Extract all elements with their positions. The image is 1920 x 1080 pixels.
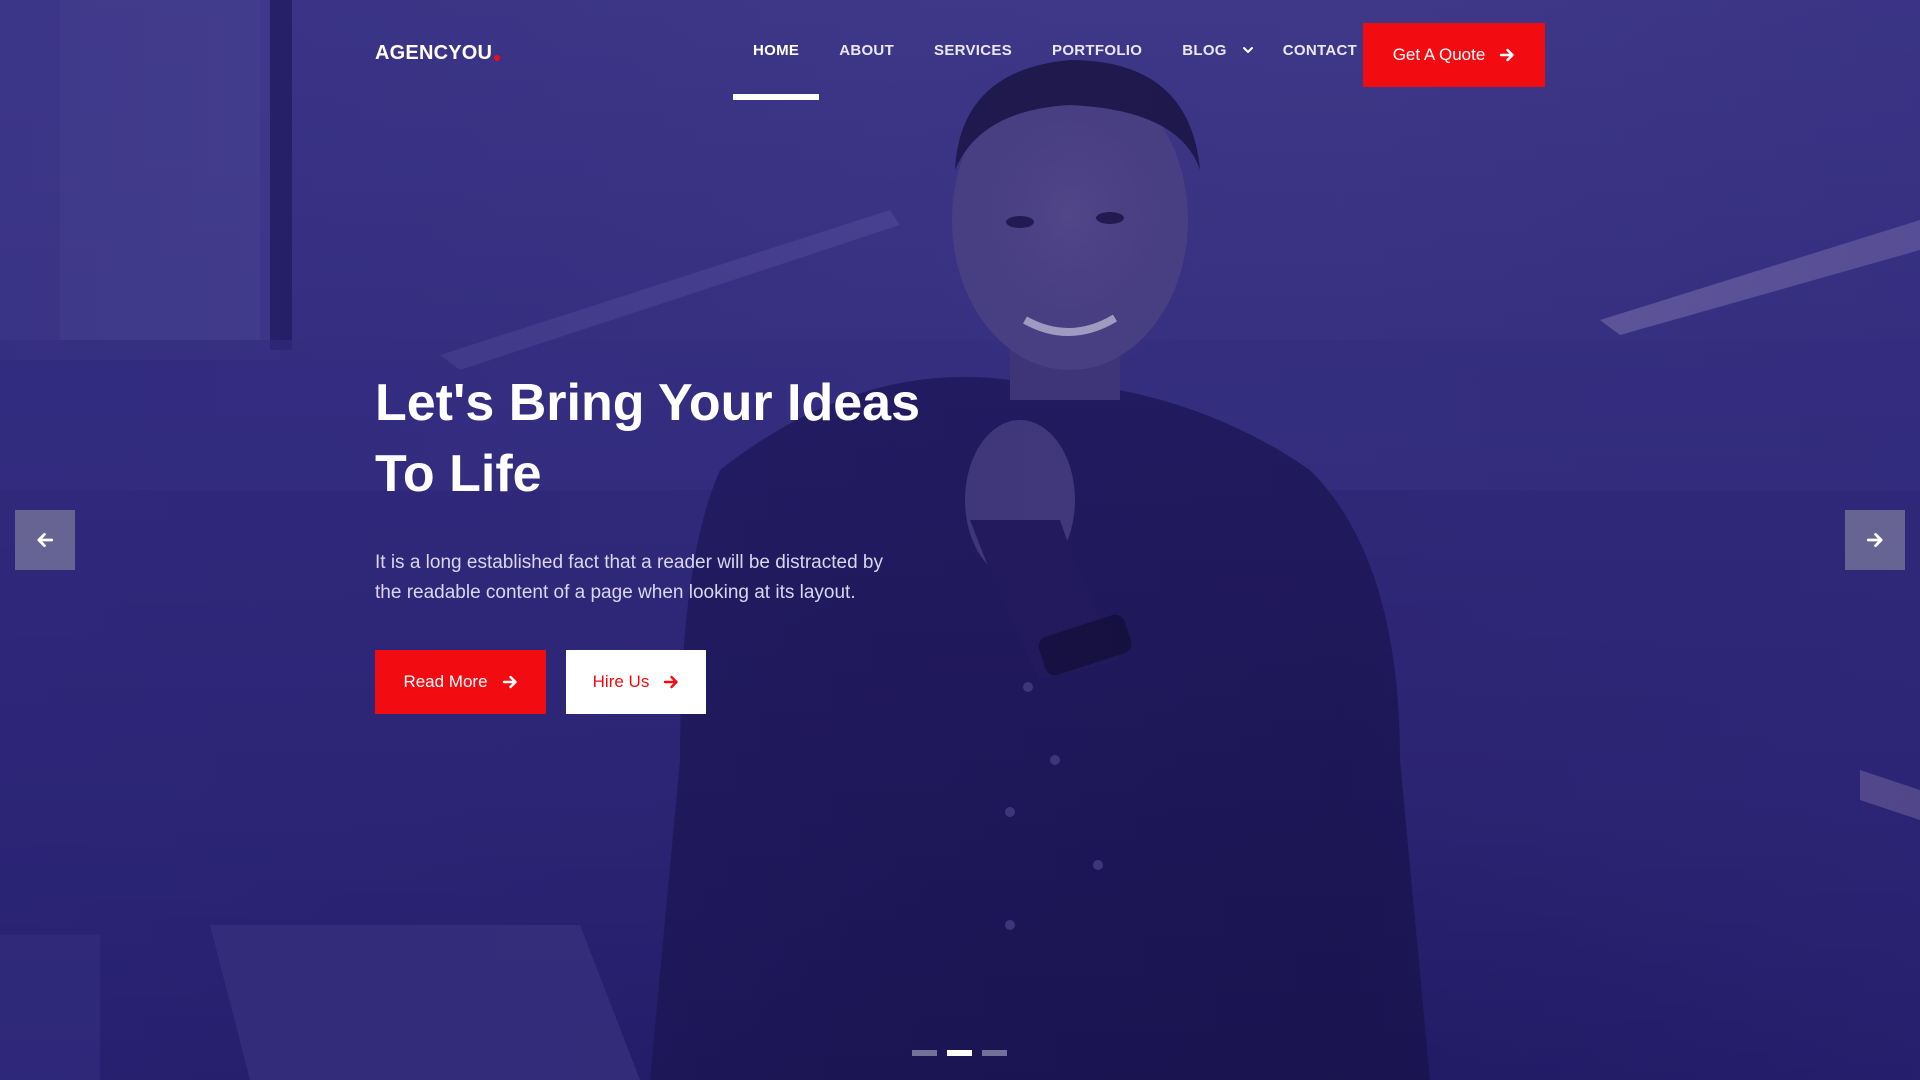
slider-dots (912, 1050, 1007, 1056)
slider-next-button[interactable] (1845, 510, 1905, 570)
nav-item-label: BLOG (1182, 41, 1227, 59)
slider-dot-3[interactable] (982, 1050, 1007, 1056)
hero-description: It is a long established fact that a rea… (375, 548, 945, 608)
brand-name: AGENCYOU (375, 42, 493, 64)
nav-item-label: ABOUT (839, 41, 895, 59)
slider-dot-1[interactable] (912, 1050, 937, 1056)
brand-dot (494, 55, 501, 61)
read-more-button[interactable]: Read More (375, 650, 546, 714)
hero-headline-line2: To Life (375, 445, 542, 503)
hero-headline-line1: Let's Bring Your Ideas (375, 374, 921, 432)
nav-item-about[interactable]: ABOUT (819, 0, 914, 100)
slider-prev-button[interactable] (15, 510, 75, 570)
nav-item-label: PORTFOLIO (1052, 41, 1143, 59)
hero-content: Let's Bring Your Ideas To Life It is a l… (375, 368, 995, 714)
arrow-right-icon (1499, 47, 1515, 63)
nav-item-services[interactable]: SERVICES (914, 0, 1032, 100)
hire-us-button[interactable]: Hire Us (566, 650, 706, 714)
read-more-label: Read More (403, 672, 488, 691)
chevron-down-icon[interactable] (1241, 43, 1255, 57)
nav-item-label: SERVICES (934, 41, 1013, 59)
arrow-right-icon (663, 674, 679, 690)
nav-item-label: CONTACT (1282, 41, 1358, 59)
hire-us-label: Hire Us (592, 672, 650, 691)
nav-item-label: HOME (753, 41, 800, 59)
hero-buttons: Read More Hire Us (375, 650, 995, 714)
get-a-quote-button[interactable]: Get A Quote (1363, 23, 1545, 87)
nav-item-home[interactable]: HOME (733, 0, 820, 100)
main-nav: HOME ABOUT SERVICES PORTFOLIO BLOG CONTA… (733, 0, 1377, 100)
hero-slider: AGENCYOU HOME ABOUT SERVICES PORTFOLIO B… (0, 0, 1920, 1080)
site-header: AGENCYOU HOME ABOUT SERVICES PORTFOLIO B… (0, 0, 1920, 100)
nav-item-blog[interactable]: BLOG (1162, 0, 1263, 100)
hero-description-line2: the readable content of a page when look… (375, 582, 856, 603)
arrow-right-icon (1866, 531, 1884, 549)
arrow-right-icon (502, 674, 518, 690)
active-indicator (733, 94, 820, 100)
get-a-quote-label: Get A Quote (1392, 45, 1486, 64)
brand-logo[interactable]: AGENCYOU (375, 42, 501, 65)
slider-dot-2[interactable] (947, 1050, 972, 1056)
arrow-left-icon (36, 531, 54, 549)
nav-item-portfolio[interactable]: PORTFOLIO (1032, 0, 1162, 100)
nav-item-contact[interactable]: CONTACT (1263, 0, 1377, 100)
hero-description-line1: It is a long established fact that a rea… (375, 552, 883, 573)
hero-headline: Let's Bring Your Ideas To Life (375, 368, 995, 510)
